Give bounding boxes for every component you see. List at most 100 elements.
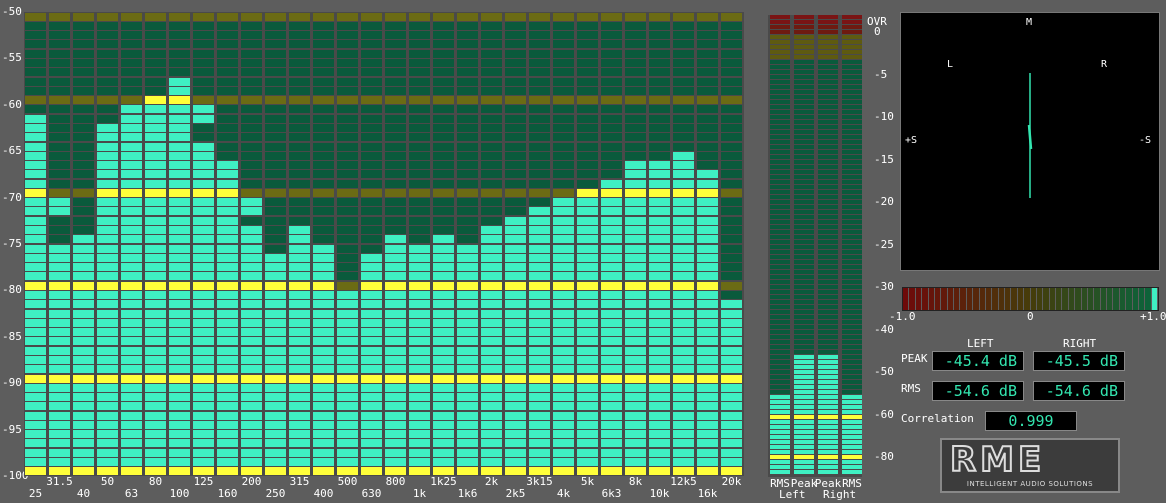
level-segment — [794, 30, 814, 34]
spectrum-segment — [601, 96, 622, 105]
goniometer-display: M L R +S -S — [900, 12, 1160, 271]
spectrum-band-bar — [553, 12, 574, 476]
spectrum-segment — [505, 411, 526, 420]
spectrum-segment — [529, 207, 550, 216]
spectrum-segment — [241, 105, 262, 114]
spectrum-band-bar — [385, 12, 406, 476]
spectrum-segment — [433, 21, 454, 30]
spectrum-segment — [457, 374, 478, 383]
spectrum-segment — [721, 142, 742, 151]
spectrum-segment — [625, 170, 646, 179]
spectrum-segment — [577, 198, 598, 207]
spectrum-segment — [505, 179, 526, 188]
spectrum-segment — [697, 216, 718, 225]
spectrum-segment — [625, 86, 646, 95]
spectrum-segment — [721, 59, 742, 67]
spectrum-segment — [505, 420, 526, 429]
spectrum-segment — [721, 365, 742, 374]
spectrum-segment — [289, 402, 310, 411]
spectrum-segment — [49, 291, 70, 299]
level-segment — [842, 245, 862, 249]
spectrum-segment — [697, 68, 718, 77]
spectrum-segment — [241, 133, 262, 142]
level-segment — [842, 320, 862, 324]
spectrum-segment — [529, 374, 550, 383]
spectrum-segment — [313, 281, 334, 290]
spectrum-segment — [553, 49, 574, 58]
spectrum-segment — [529, 291, 550, 299]
spectrum-segment — [409, 105, 430, 114]
spectrum-segment — [265, 448, 286, 457]
spectrum-segment — [385, 365, 406, 374]
correlation-segment — [1087, 288, 1094, 310]
spectrum-segment — [313, 123, 334, 132]
level-segment — [770, 250, 790, 254]
spectrum-segment — [145, 12, 166, 21]
spectrum-segment — [313, 263, 334, 272]
spectrum-segment — [577, 300, 598, 309]
spectrum-segment — [505, 300, 526, 309]
spectrum-segment — [217, 374, 238, 383]
spectrum-segment — [193, 226, 214, 235]
spectrum-segment — [457, 40, 478, 49]
spectrum-segment — [433, 188, 454, 197]
spectrum-segment — [505, 96, 526, 105]
spectrum-segment — [553, 244, 574, 253]
spectrum-segment — [73, 253, 94, 262]
level-segment — [842, 290, 862, 294]
level-segment — [770, 40, 790, 44]
spectrum-segment — [49, 328, 70, 337]
spectrum-segment — [625, 402, 646, 411]
spectrum-segment — [97, 226, 118, 235]
spectrum-band-bar — [97, 12, 118, 476]
spectrum-segment — [457, 439, 478, 448]
spectrum-segment — [721, 114, 742, 123]
level-segment — [818, 320, 838, 324]
level-segment — [770, 470, 790, 474]
spectrum-segment — [313, 31, 334, 40]
level-segment — [794, 150, 814, 154]
spectrum-segment — [577, 309, 598, 318]
level-segment — [770, 405, 790, 409]
spectrum-segment — [697, 123, 718, 132]
spectrum-segment — [289, 328, 310, 337]
spectrum-segment — [409, 86, 430, 95]
spectrum-segment — [601, 402, 622, 411]
spectrum-segment — [457, 188, 478, 197]
spectrum-segment — [73, 96, 94, 105]
spectrum-segment — [649, 420, 670, 429]
spectrum-segment — [409, 244, 430, 253]
spectrum-segment — [289, 291, 310, 299]
spectrum-segment — [265, 365, 286, 374]
spectrum-segment — [289, 346, 310, 355]
spectrum-segment — [169, 393, 190, 402]
spectrum-segment — [49, 346, 70, 355]
spectrum-segment — [73, 300, 94, 309]
spectrum-segment — [241, 161, 262, 170]
spectrum-segment — [361, 77, 382, 86]
spectrum-segment — [97, 49, 118, 58]
spectrum-segment — [73, 49, 94, 58]
spectrum-segment — [553, 142, 574, 151]
spectrum-segment — [49, 142, 70, 151]
level-segment — [794, 15, 814, 19]
spectrum-segment — [649, 77, 670, 86]
spectrum-segment — [289, 318, 310, 327]
spectrum-segment — [721, 272, 742, 281]
level-segment — [842, 150, 862, 154]
level-segment — [794, 40, 814, 44]
spectrum-segment — [193, 77, 214, 86]
spectrum-segment — [97, 291, 118, 299]
spectrum-band-bar — [265, 12, 286, 476]
spectrum-segment — [289, 420, 310, 429]
spectrum-segment — [529, 235, 550, 244]
spectrum-band-bar — [217, 12, 238, 476]
spectrum-segment — [433, 300, 454, 309]
spectrum-segment — [409, 49, 430, 58]
level-segment — [818, 60, 838, 64]
spectrum-segment — [697, 77, 718, 86]
spectrum-segment — [361, 458, 382, 467]
level-segment — [770, 25, 790, 29]
spectrum-segment — [337, 226, 358, 235]
level-segment — [842, 370, 862, 374]
